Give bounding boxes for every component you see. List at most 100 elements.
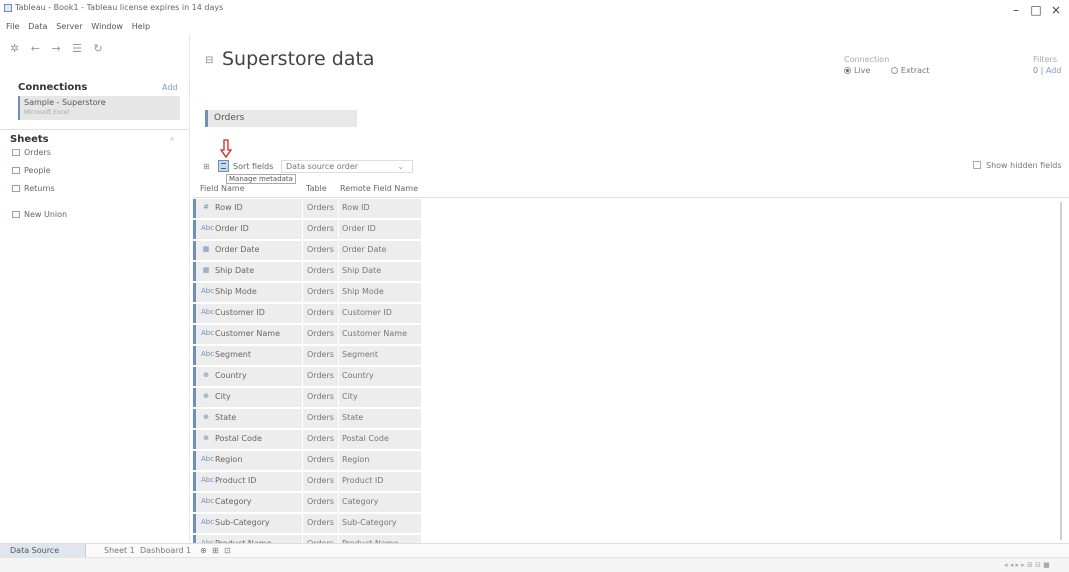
field-name[interactable]: Ship Mode — [215, 287, 257, 296]
table-name: Orders — [307, 329, 334, 338]
data-type-icon[interactable]: # — [201, 203, 211, 211]
data-type-icon[interactable]: ⊕ — [201, 371, 211, 379]
table-row[interactable]: Abc Segment Orders Segment — [193, 346, 423, 365]
field-name[interactable]: Product ID — [215, 476, 256, 485]
grid-view-icon[interactable]: ⊞ — [203, 162, 210, 171]
menu-data[interactable]: Data — [28, 20, 47, 34]
table-row[interactable]: Abc Ship Mode Orders Ship Mode — [193, 283, 423, 302]
data-type-icon[interactable]: Abc — [201, 224, 214, 232]
table-row[interactable]: Abc Customer Name Orders Customer Name — [193, 325, 423, 344]
field-name[interactable]: Customer ID — [215, 308, 265, 317]
back-arrow-icon[interactable]: ← — [31, 42, 40, 55]
live-radio[interactable]: Live — [844, 66, 870, 75]
new-union-item[interactable]: New Union — [12, 210, 67, 219]
manage-metadata-button[interactable] — [218, 160, 229, 172]
tab-data-source[interactable]: Data Source — [0, 544, 86, 558]
extract-radio[interactable]: Extract — [890, 66, 930, 75]
table-row[interactable]: Abc Order ID Orders Order ID — [193, 220, 423, 239]
field-name[interactable]: State — [215, 413, 236, 422]
table-name: Orders — [307, 518, 334, 527]
table-row[interactable]: Abc Customer ID Orders Customer ID — [193, 304, 423, 323]
data-type-icon[interactable]: ▦ — [201, 266, 211, 274]
table-row[interactable]: ⊕ City Orders City — [193, 388, 423, 407]
data-type-icon[interactable]: ⊕ — [201, 392, 211, 400]
column-header-table[interactable]: Table — [306, 184, 327, 193]
table-row[interactable]: ⊕ State Orders State — [193, 409, 423, 428]
left-pane: ✲ ← → ☰ ↻ Connections Add Sample - Super… — [0, 34, 190, 542]
field-name[interactable]: Postal Code — [215, 434, 262, 443]
add-filter-link[interactable]: Add — [1046, 66, 1062, 75]
data-type-icon[interactable]: Abc — [201, 476, 214, 484]
data-type-icon[interactable]: Abc — [201, 350, 214, 358]
sort-fields-select[interactable]: Data source order ⌄ — [281, 160, 413, 173]
data-type-icon[interactable]: Abc — [201, 329, 214, 337]
field-name[interactable]: Ship Date — [215, 266, 254, 275]
field-name[interactable]: Category — [215, 497, 252, 506]
field-name[interactable]: City — [215, 392, 231, 401]
data-type-icon[interactable]: ▦ — [201, 245, 211, 253]
table-row[interactable]: # Row ID Orders Row ID — [193, 199, 423, 218]
data-type-icon[interactable]: Abc — [201, 518, 214, 526]
filters-value: 0 | Add — [1033, 66, 1062, 75]
table-row[interactable]: ▦ Ship Date Orders Ship Date — [193, 262, 423, 281]
scroll-thumb[interactable] — [1060, 202, 1062, 540]
tableau-logo-icon[interactable]: ✲ — [10, 42, 19, 55]
sheet-item-returns[interactable]: Returns — [12, 184, 55, 193]
table-row[interactable]: Abc Region Orders Region — [193, 451, 423, 470]
data-type-icon[interactable]: Abc — [201, 497, 214, 505]
new-dashboard-icon[interactable]: ⊞ — [212, 544, 219, 557]
connection-item[interactable]: Sample - Superstore Microsoft Excel — [18, 96, 180, 120]
refresh-icon[interactable]: ↻ — [94, 42, 103, 55]
field-name-cell[interactable] — [196, 388, 302, 407]
search-icon[interactable]: ⌕ — [170, 134, 174, 144]
field-name-cell[interactable] — [196, 367, 302, 386]
table-row[interactable]: ⊕ Country Orders Country — [193, 367, 423, 386]
forward-arrow-icon[interactable]: → — [51, 42, 60, 55]
table-row[interactable]: Abc Category Orders Category — [193, 493, 423, 512]
table-row[interactable]: Abc Sub-Category Orders Sub-Category — [193, 514, 423, 533]
menu-server[interactable]: Server — [56, 20, 82, 34]
field-name[interactable]: Region — [215, 455, 242, 464]
data-type-icon[interactable]: ⊕ — [201, 413, 211, 421]
vertical-scrollbar[interactable] — [1059, 202, 1064, 542]
show-hidden-fields-checkbox[interactable]: Show hidden fields — [973, 161, 1062, 170]
sheet-label: Orders — [24, 148, 51, 157]
field-name[interactable]: Order ID — [215, 224, 249, 233]
table-row[interactable]: Abc Product ID Orders Product ID — [193, 472, 423, 491]
tab-sheet1[interactable]: Sheet 1 — [104, 544, 135, 557]
page-title[interactable]: Superstore data — [222, 48, 375, 70]
status-nav-icons[interactable]: ◂ ◂ ▸ ▸ ⊞ ⊟ ■ — [1004, 561, 1050, 569]
new-sheet-icon[interactable]: ⊕ — [200, 544, 207, 557]
minimize-button[interactable]: – — [1007, 1, 1025, 19]
field-name[interactable]: Customer Name — [215, 329, 280, 338]
tab-dashboard1[interactable]: Dashboard 1 — [140, 544, 191, 557]
column-header-field-name[interactable]: Field Name — [200, 184, 245, 193]
sheet-item-people[interactable]: People — [12, 166, 51, 175]
field-name-cell[interactable] — [196, 409, 302, 428]
field-name[interactable]: Row ID — [215, 203, 243, 212]
table-row[interactable]: ▦ Order Date Orders Order Date — [193, 241, 423, 260]
field-name[interactable]: Sub-Category — [215, 518, 270, 527]
data-type-icon[interactable]: Abc — [201, 308, 214, 316]
table-row[interactable]: ⊕ Postal Code Orders Postal Code — [193, 430, 423, 449]
menu-help[interactable]: Help — [132, 20, 150, 34]
column-header-remote-field[interactable]: Remote Field Name — [340, 184, 418, 193]
field-name[interactable]: Country — [215, 371, 247, 380]
field-name[interactable]: Segment — [215, 350, 251, 359]
new-story-icon[interactable]: ⊡ — [224, 544, 231, 557]
maximize-button[interactable]: □ — [1027, 1, 1045, 19]
data-type-icon[interactable]: Abc — [201, 287, 214, 295]
close-button[interactable]: × — [1047, 1, 1065, 19]
divider — [0, 129, 190, 130]
canvas-table-orders[interactable]: Orders — [205, 110, 357, 127]
menu-window[interactable]: Window — [91, 20, 123, 34]
data-type-icon[interactable]: Abc — [201, 455, 214, 463]
field-name-cell[interactable] — [196, 199, 302, 218]
add-connection-link[interactable]: Add — [162, 83, 178, 92]
save-icon[interactable]: ☰ — [72, 42, 82, 55]
menu-file[interactable]: File — [6, 20, 19, 34]
table-icon — [12, 185, 20, 192]
data-type-icon[interactable]: ⊕ — [201, 434, 211, 442]
field-name[interactable]: Order Date — [215, 245, 259, 254]
sheet-item-orders[interactable]: Orders — [12, 148, 51, 157]
